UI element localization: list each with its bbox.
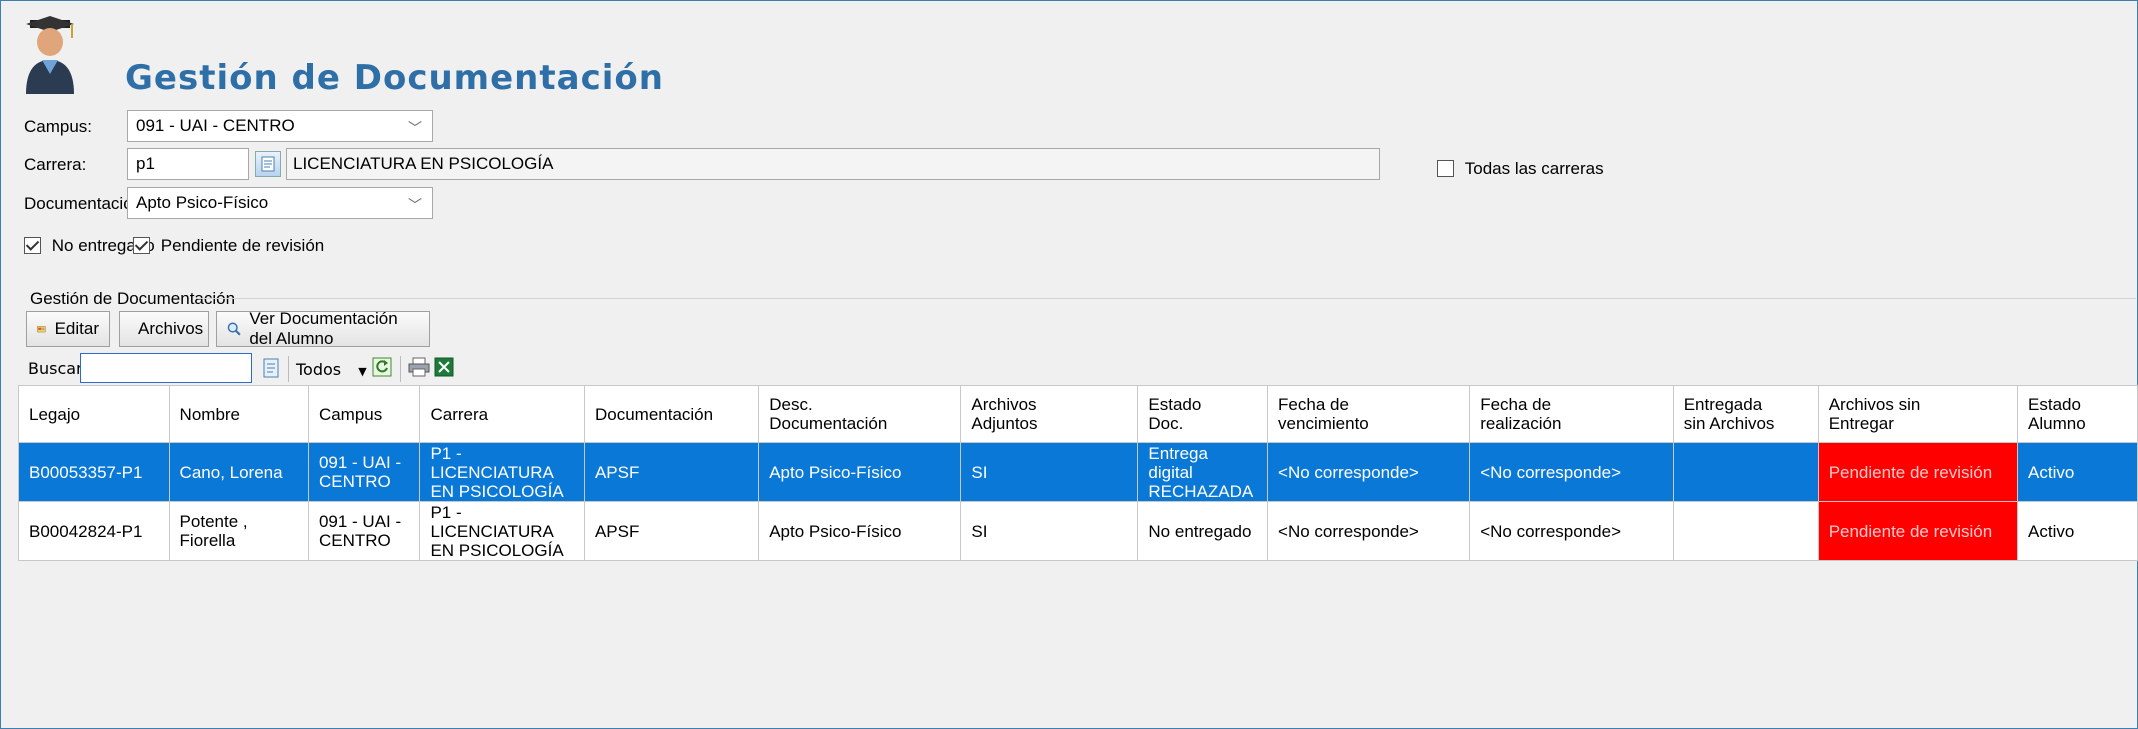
chevron-down-icon: ﹀ [408, 197, 422, 213]
header-nombre[interactable]: Nombre [168, 385, 309, 443]
graduate-avatar-icon [26, 16, 74, 94]
documentation-grid: Legajo Nombre Campus Carrera Documentaci… [18, 385, 2138, 561]
header-fecha-realizacion[interactable]: Fecha de realización [1469, 385, 1674, 443]
cell-nombre: Cano, Lorena [168, 442, 309, 502]
cell-archivos-sin-entregar: Pendiente de revisión [1817, 501, 2019, 561]
pendiente-revision-checkbox[interactable]: Pendiente de revisión [133, 235, 324, 256]
campus-label: Campus: [24, 117, 93, 136]
cell-estado-alumno: Activo [2017, 442, 2138, 502]
header-documentacion[interactable]: Documentación [583, 385, 760, 443]
cell-estado-doc: No entregado [1137, 501, 1269, 561]
header-entregada-sin-archivos[interactable]: Entregada sin Archivos [1672, 385, 1819, 443]
header-legajo[interactable]: Legajo [18, 385, 170, 443]
campus-select[interactable]: 091 - UAI - CENTRO ﹀ [127, 110, 433, 142]
cell-legajo: B00042824-P1 [18, 501, 170, 561]
refresh-button[interactable] [372, 357, 392, 382]
export-excel-button[interactable] [434, 357, 454, 382]
cell-nombre: Potente , Fiorella [168, 501, 309, 561]
cell-documentacion: APSF [583, 442, 760, 502]
header-estado-doc[interactable]: Estado Doc. [1137, 385, 1269, 443]
cell-desc-documentacion: Apto Psico-Físico [758, 501, 962, 561]
cell-archivos-adjuntos: SI [960, 501, 1139, 561]
cell-estado-alumno: Activo [2017, 501, 2138, 561]
editar-button[interactable]: Editar [26, 311, 110, 347]
printer-icon [408, 357, 430, 377]
toolbar-separator [288, 356, 289, 382]
cell-campus: 091 - UAI - CENTRO [307, 501, 421, 561]
no-entregado-check-box [24, 237, 41, 255]
header-campus[interactable]: Campus [307, 385, 421, 443]
pendiente-revision-label: Pendiente de revisión [160, 235, 325, 255]
carrera-label: Carrera: [24, 155, 87, 174]
cell-fecha-realizacion: <No corresponde> [1469, 442, 1674, 502]
todas-carreras-label: Todas las carreras [1464, 158, 1604, 178]
todos-filter-dropdown[interactable]: Todos ▼ [296, 360, 367, 379]
cell-fecha-realizacion: <No corresponde> [1469, 501, 1674, 561]
header-archivos-adjuntos[interactable]: Archivos Adjuntos [960, 385, 1139, 443]
table-row[interactable]: B00042824-P1 Potente , Fiorella 091 - UAI… [18, 501, 2138, 561]
cell-campus: 091 - UAI - CENTRO [307, 442, 421, 502]
cell-fecha-vencimiento: <No corresponde> [1267, 501, 1471, 561]
documentacion-select[interactable]: Apto Psico-Físico ﹀ [127, 187, 433, 219]
magnifier-icon [227, 322, 241, 336]
search-document-button[interactable] [260, 357, 282, 384]
carrera-name-field: LICENCIATURA EN PSICOLOGÍA [286, 148, 1380, 180]
excel-icon [434, 357, 454, 377]
editar-button-label: Editar [54, 319, 99, 338]
cell-archivos-adjuntos: SI [960, 442, 1139, 502]
todos-filter-value: Todos [296, 360, 342, 379]
header-archivos-sin-entregar[interactable]: Archivos sin Entregar [1817, 385, 2019, 443]
print-button[interactable] [408, 357, 430, 382]
lookup-carrera-button[interactable] [255, 151, 281, 177]
archivos-button-label: Archivos [138, 319, 204, 338]
refresh-icon [372, 357, 392, 377]
header-carrera[interactable]: Carrera [419, 385, 585, 443]
documentacion-select-value: Apto Psico-Físico [136, 193, 269, 212]
dropdown-arrow-icon: ▼ [358, 365, 367, 378]
carrera-code-input[interactable]: p1 [127, 148, 249, 180]
lookup-icon [261, 156, 275, 172]
header-fecha-vencimiento[interactable]: Fecha de vencimiento [1267, 385, 1471, 443]
cell-archivos-sin-entregar: Pendiente de revisión [1817, 442, 2019, 502]
chevron-down-icon: ﹀ [408, 120, 422, 136]
table-row[interactable]: B00053357-P1 Cano, Lorena 091 - UAI - CEN… [18, 442, 2138, 502]
header-estado-alumno[interactable]: Estado Alumno [2017, 385, 2138, 443]
document-search-icon [263, 358, 279, 378]
pendiente-revision-check-box [133, 237, 150, 255]
group-title: Gestión de Documentación [30, 289, 236, 308]
cell-legajo: B00053357-P1 [18, 442, 170, 502]
cell-entregada-sin-archivos [1672, 501, 1819, 561]
ver-documentacion-button[interactable]: Ver Documentación del Alumno [216, 309, 430, 348]
archivos-button[interactable]: Archivos [119, 311, 209, 347]
todas-carreras-check-box [1437, 160, 1454, 178]
cell-carrera: P1 - LICENCIATURA EN PSICOLOGÍA [419, 442, 585, 502]
cell-fecha-vencimiento: <No corresponde> [1267, 442, 1471, 502]
cell-estado-doc: Entrega digital RECHAZADA [1137, 442, 1269, 502]
cell-desc-documentacion: Apto Psico-Físico [758, 442, 962, 502]
campus-select-value: 091 - UAI - CENTRO [136, 116, 295, 135]
cell-carrera: P1 - LICENCIATURA EN PSICOLOGÍA [419, 501, 585, 561]
ver-documentacion-button-label: Ver Documentación del Alumno [249, 309, 398, 348]
cell-entregada-sin-archivos [1672, 442, 1819, 502]
toolbar-separator [400, 356, 401, 382]
cell-documentacion: APSF [583, 501, 760, 561]
group-divider [196, 298, 2136, 299]
edit-icon [37, 326, 46, 333]
buscar-input[interactable] [80, 353, 252, 383]
header-desc-documentacion[interactable]: Desc. Documentación [758, 385, 962, 443]
page-title: Gestión de Documentación [125, 58, 664, 98]
grid-header-row: Legajo Nombre Campus Carrera Documentaci… [18, 385, 2138, 443]
todas-carreras-checkbox[interactable]: Todas las carreras [1437, 158, 1604, 179]
buscar-label: Buscar: [28, 359, 88, 378]
